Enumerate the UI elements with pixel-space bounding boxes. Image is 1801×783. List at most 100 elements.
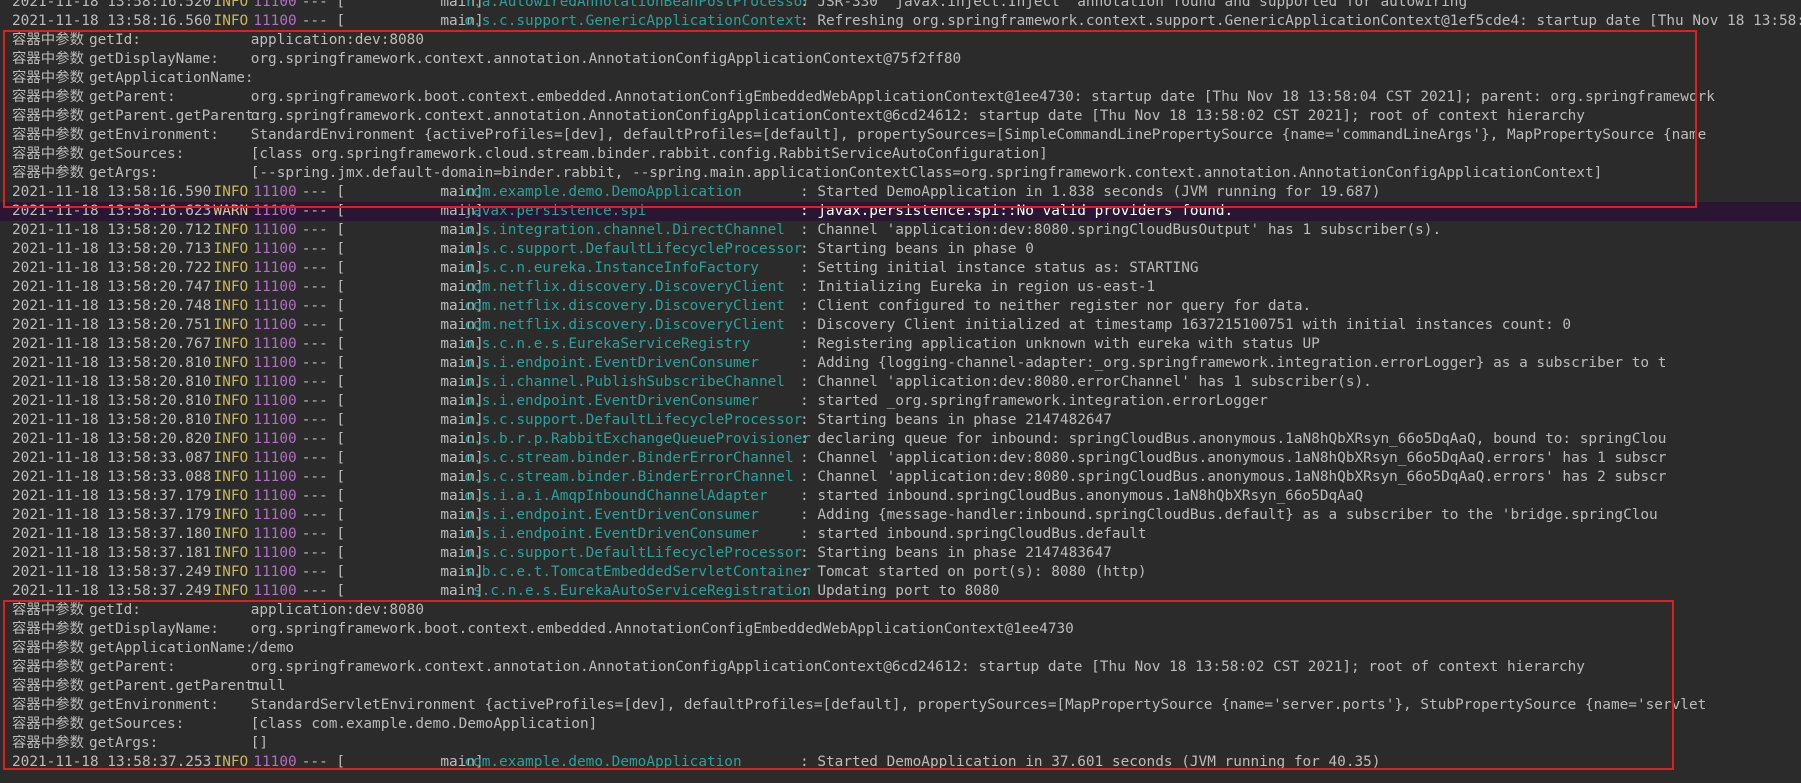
log-thread: [ main] (336, 564, 484, 580)
log-timestamp: 2021-11-18 13:58:20.767 (12, 336, 212, 352)
log-logger: o.s.i.endpoint.EventDrivenConsumer (464, 526, 759, 542)
log-level: INFO (213, 260, 249, 276)
log-message: : started inbound.springCloudBus.anonymo… (800, 488, 1364, 504)
param-name: getEnvironment: (88, 697, 219, 713)
log-separator: --- (301, 488, 328, 504)
log-message: : Refreshing org.springframework.context… (800, 13, 1801, 29)
log-timestamp: 2021-11-18 13:58:20.810 (12, 355, 212, 371)
log-pid: 11100 (253, 203, 297, 219)
log-message: : Discovery Client initialized at timest… (800, 317, 1572, 333)
param-prefix: 容器中参数 (12, 70, 84, 86)
log-level: INFO (213, 336, 249, 352)
log-thread: [ main] (336, 298, 484, 314)
log-message: : Started DemoApplication in 1.838 secon… (800, 184, 1381, 200)
param-value: null (250, 678, 286, 694)
log-pid: 11100 (253, 450, 297, 466)
param-prefix: 容器中参数 (12, 678, 84, 694)
log-logger: o.s.c.support.DefaultLifecycleProcessor (464, 241, 803, 257)
param-value: [class com.example.demo.DemoApplication] (250, 716, 598, 732)
log-line: 2021-11-18 13:58:16.560 INFO 11100 --- [ mai… (0, 12, 1801, 31)
param-value: org.springframework.boot.context.embedde… (250, 621, 1074, 637)
log-thread: [ main] (336, 545, 484, 561)
log-line: 2021-11-18 13:58:16.520 INFO 11100 --- [ mai… (0, 0, 1801, 12)
param-value: org.springframework.context.annotation.A… (250, 51, 962, 67)
param-name: getParent: (88, 659, 176, 675)
log-message: : declaring queue for inbound: springClo… (800, 431, 1667, 447)
log-message: : Initializing Eureka in region us-east-… (800, 279, 1156, 295)
log-logger: com.netflix.discovery.DiscoveryClient (464, 317, 785, 333)
log-timestamp: 2021-11-18 13:58:33.087 (12, 450, 212, 466)
log-pid: 11100 (253, 488, 297, 504)
log-line: 2021-11-18 13:58:37.179 INFO 11100 --- [ mai… (0, 506, 1801, 525)
log-timestamp: 2021-11-18 13:58:20.747 (12, 279, 212, 295)
log-line: 2021-11-18 13:58:33.087 INFO 11100 --- [ mai… (0, 449, 1801, 468)
log-pid: 11100 (253, 526, 297, 542)
log-level: INFO (213, 545, 249, 561)
log-level: INFO (213, 317, 249, 333)
log-logger: com.netflix.discovery.DiscoveryClient (464, 279, 785, 295)
log-timestamp: 2021-11-18 13:58:33.088 (12, 469, 212, 485)
console-output[interactable]: 2021-11-18 13:58:16.520 INFO 11100 ---[ mai… (0, 0, 1801, 783)
log-separator: --- (301, 507, 328, 523)
param-name: getDisplayName: (88, 621, 219, 637)
log-level: INFO (213, 374, 249, 390)
param-line: 容器中参数 getParent: org.springframework.conte… (0, 658, 1801, 677)
param-name: getApplicationName: (88, 70, 254, 86)
log-message: : Client configured to neither register … (800, 298, 1312, 314)
param-value: /demo (250, 640, 295, 656)
log-thread: [ main] (336, 241, 484, 257)
param-line: 容器中参数 getParent: org.springframework.boot.… (0, 88, 1801, 107)
log-thread: [ main] (336, 0, 484, 10)
log-timestamp: 2021-11-18 13:58:20.713 (12, 241, 212, 257)
log-message: : Started DemoApplication in 37.601 seco… (800, 754, 1381, 770)
log-level: INFO (213, 355, 249, 371)
log-separator: --- (301, 355, 328, 371)
log-logger: f.a.AutowiredAnnotationBeanPostProcessor (464, 0, 811, 10)
log-timestamp: 2021-11-18 13:58:20.722 (12, 260, 212, 276)
log-timestamp: 2021-11-18 13:58:16.623 (12, 203, 212, 219)
log-line: 2021-11-18 13:58:37.249 INFO 11100 --- [ mai… (0, 563, 1801, 582)
log-separator: --- (301, 469, 328, 485)
log-pid: 11100 (253, 431, 297, 447)
param-line: 容器中参数 getEnvironment: StandardEnvironment … (0, 126, 1801, 145)
log-message: : Starting beans in phase 2147482647 (800, 412, 1112, 428)
log-separator: --- (301, 222, 328, 238)
log-message: : Setting initial instance status as: ST… (800, 260, 1199, 276)
log-logger: o.s.c.stream.binder.BinderErrorChannel (464, 469, 794, 485)
log-message: : Starting beans in phase 0 (800, 241, 1034, 257)
log-line: 2021-11-18 13:58:37.179 INFO 11100 --- [ mai… (0, 487, 1801, 506)
log-pid: 11100 (253, 545, 297, 561)
log-line: 2021-11-18 13:58:37.181 INFO 11100 --- [ mai… (0, 544, 1801, 563)
log-logger: c.s.b.r.p.RabbitExchangeQueueProvisioner (464, 431, 811, 447)
log-separator: --- (301, 13, 328, 29)
param-name: getId: (88, 32, 141, 48)
log-thread: [ main] (336, 222, 484, 238)
log-line: 2021-11-18 13:58:20.747 INFO 11100 --- [ mai… (0, 278, 1801, 297)
log-thread: [ main] (336, 507, 484, 523)
log-line: 2021-11-18 13:58:20.820 INFO 11100 --- [ mai… (0, 430, 1801, 449)
log-separator: --- (301, 203, 328, 219)
log-line: 2021-11-18 13:58:20.767 INFO 11100 --- [ mai… (0, 335, 1801, 354)
param-line: 容器中参数 getParent.getParent: null (0, 677, 1801, 696)
log-separator: --- (301, 526, 328, 542)
log-separator: --- (301, 564, 328, 580)
log-line: 2021-11-18 13:58:16.590 INFO 11100 --- [ mai… (0, 183, 1801, 202)
log-timestamp: 2021-11-18 13:58:20.751 (12, 317, 212, 333)
log-thread: [ main] (336, 260, 484, 276)
log-separator: --- (301, 184, 328, 200)
param-prefix: 容器中参数 (12, 640, 84, 656)
param-prefix: 容器中参数 (12, 146, 84, 162)
log-message: : Registering application unknown with e… (800, 336, 1320, 352)
log-message: : Starting beans in phase 2147483647 (800, 545, 1112, 561)
log-separator: --- (301, 260, 328, 276)
param-name: getArgs: (88, 165, 159, 181)
log-thread: [ main] (336, 450, 484, 466)
log-thread: [ main] (336, 374, 484, 390)
log-thread: [ main] (336, 393, 484, 409)
param-value: org.springframework.boot.context.embedde… (250, 89, 1715, 105)
param-line: 容器中参数 getDisplayName: org.springframework.… (0, 620, 1801, 639)
log-pid: 11100 (253, 469, 297, 485)
log-level: INFO (213, 526, 249, 542)
log-line: 2021-11-18 13:58:33.088 INFO 11100 --- [ mai… (0, 468, 1801, 487)
log-line: 2021-11-18 13:58:20.810 INFO 11100 --- [ mai… (0, 411, 1801, 430)
